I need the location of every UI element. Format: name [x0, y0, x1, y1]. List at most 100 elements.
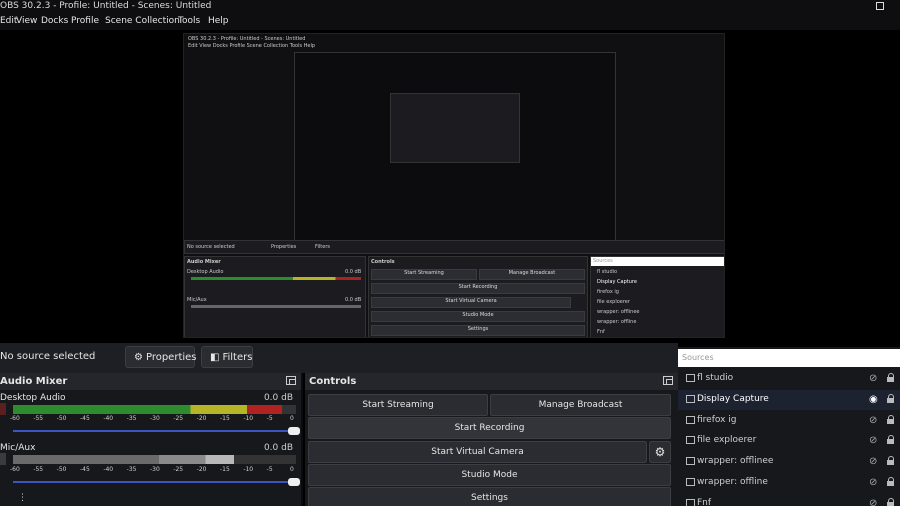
nested-mic-label: Mic/Aux — [187, 297, 207, 303]
mic-aux-db: 0.0 dB — [263, 443, 293, 453]
nested-desktop-meter — [191, 277, 361, 280]
eye-hidden-icon[interactable]: ⊘ — [869, 477, 877, 488]
source-type-icon — [686, 478, 695, 486]
nested-source-item: wrapper: offlinee — [597, 309, 640, 315]
nested-no-source: No source selected — [187, 244, 235, 250]
source-type-icon — [686, 498, 695, 506]
eye-hidden-icon[interactable]: ⊘ — [869, 373, 877, 384]
desktop-audio-ticks: -60 -55 -50 -45 -40 -35 -30 -25 -20 -15 -10 -5 0 — [10, 415, 300, 425]
menu-view[interactable]: View — [16, 16, 37, 26]
properties-label: Properties — [145, 351, 197, 363]
menu-tools[interactable]: Tools — [178, 16, 200, 26]
start-streaming-button[interactable]: Start Streaming — [308, 394, 488, 416]
menu-edit[interactable]: Edit — [0, 16, 17, 26]
tick-label: 0 — [290, 415, 294, 422]
undock-icon[interactable] — [663, 376, 673, 385]
tick-label: 0 — [290, 466, 294, 473]
source-type-icon — [686, 457, 695, 466]
audio-mixer-dock: Audio Mixer Desktop Audio 0.0 dB -60 -55 -… — [0, 373, 303, 506]
mic-aux-mute-icon[interactable] — [0, 453, 6, 465]
studio-mode-button[interactable]: Studio Mode — [308, 464, 671, 486]
source-item-label: wrapper: offline — [697, 477, 768, 487]
source-type-icon — [686, 436, 695, 445]
mic-aux-ticks: -60 -55 -50 -45 -40 -35 -30 -25 -20 -15 -10 -5 0 — [10, 466, 300, 476]
tick-label: -25 — [173, 415, 184, 422]
undock-icon[interactable] — [286, 376, 296, 385]
nested-source-item: firefox ig — [597, 289, 619, 295]
menu-scene-collection[interactable]: Scene Collection — [105, 16, 180, 26]
eye-hidden-icon[interactable]: ⊘ — [869, 456, 877, 467]
desktop-audio-volume-slider[interactable] — [13, 427, 300, 435]
nested-source-item: fl studio — [597, 269, 618, 275]
tick-label: -15 — [220, 415, 230, 422]
menu-profile[interactable]: Profile — [71, 16, 99, 26]
tick-label: -15 — [220, 466, 230, 473]
virtual-camera-settings-button[interactable]: ⚙ — [649, 441, 671, 463]
nested-mixer-title: Audio Mixer — [187, 259, 221, 265]
sources-placeholder: Sources — [682, 353, 714, 362]
gear-icon: ⚙ — [134, 351, 143, 363]
audio-mixer-header: Audio Mixer — [0, 373, 301, 390]
restore-window-icon[interactable] — [876, 2, 884, 10]
nested-desktop-db: 0.0 dB — [345, 269, 362, 275]
tick-label: -55 — [33, 415, 44, 422]
eye-hidden-icon[interactable]: ⊘ — [869, 415, 877, 426]
tick-label: -45 — [80, 466, 90, 473]
tick-label: -50 — [56, 415, 67, 422]
lock-icon[interactable] — [887, 393, 895, 403]
scene-preview[interactable]: OBS 30.2.3 - Profile: Untitled - Scenes:… — [0, 30, 900, 343]
sources-dock: Sources fl studio ⊘ Display Capture ◉ firefo… — [678, 347, 900, 506]
lock-icon[interactable] — [887, 456, 895, 466]
source-item[interactable]: wrapper: offlinee ⊘ — [678, 452, 900, 472]
menu-bar: Edit View Docks Profile Scene Collection… — [0, 14, 900, 30]
lock-icon[interactable] — [887, 414, 895, 424]
nested-manage-broadcast: Manage Broadcast — [479, 269, 585, 280]
source-type-icon — [686, 374, 695, 382]
tick-label: -50 — [56, 466, 67, 473]
source-item[interactable]: wrapper: offline ⊘ — [678, 473, 900, 493]
menu-help[interactable]: Help — [208, 16, 229, 26]
gear-icon: ⚙ — [654, 445, 666, 459]
mic-aux-volume-knob[interactable] — [288, 478, 300, 486]
sources-search-input[interactable]: Sources — [678, 349, 900, 367]
filters-label: Filters — [222, 351, 253, 363]
no-source-label: No source selected — [0, 351, 96, 362]
source-item[interactable]: fl studio ⊘ — [678, 369, 900, 389]
controls-header: Controls — [305, 373, 678, 390]
menu-docks[interactable]: Docks — [41, 16, 68, 26]
tick-label: -55 — [33, 466, 44, 473]
desktop-audio-volume-knob[interactable] — [288, 427, 300, 435]
source-item[interactable]: firefox ig ⊘ — [678, 411, 900, 431]
lock-icon[interactable] — [887, 373, 895, 382]
desktop-audio-mute-icon[interactable] — [0, 403, 6, 415]
mic-aux-volume-slider[interactable] — [13, 478, 300, 486]
tick-label: -30 — [150, 466, 160, 473]
source-item[interactable]: file exploerer ⊘ — [678, 431, 900, 451]
tick-label: -40 — [103, 466, 114, 473]
source-item-label: file exploerer — [697, 435, 757, 446]
manage-broadcast-button[interactable]: Manage Broadcast — [490, 394, 671, 416]
settings-button[interactable]: Settings — [308, 487, 671, 506]
controls-dock: Controls Start Streaming Manage Broadcas… — [305, 373, 678, 506]
source-item[interactable]: Fnf ⊘ — [678, 494, 900, 506]
tick-label: -10 — [243, 466, 254, 473]
properties-button[interactable]: ⚙ Properties — [125, 346, 197, 368]
lock-icon[interactable] — [887, 477, 895, 486]
eye-icon[interactable]: ◉ — [869, 394, 878, 405]
mic-aux-label: Mic/Aux — [0, 443, 36, 453]
tick-label: -45 — [80, 415, 90, 422]
source-item[interactable]: Display Capture ◉ — [678, 389, 900, 410]
meter-fill — [13, 455, 234, 464]
lock-icon[interactable] — [887, 497, 895, 506]
more-options-icon[interactable]: ⋮ — [18, 493, 27, 503]
filters-button[interactable]: ◧ Filters — [201, 346, 253, 368]
source-item-label: Display Capture — [697, 393, 769, 404]
eye-hidden-icon[interactable]: ⊘ — [869, 435, 877, 446]
start-recording-button[interactable]: Start Recording — [308, 417, 671, 439]
lock-icon[interactable] — [887, 435, 895, 445]
eye-hidden-icon[interactable]: ⊘ — [869, 498, 877, 506]
nested-mic-meter — [191, 305, 361, 308]
controls-title: Controls — [309, 376, 357, 387]
start-virtual-camera-button[interactable]: Start Virtual Camera — [308, 441, 647, 463]
nested-controls-title: Controls — [371, 259, 395, 265]
